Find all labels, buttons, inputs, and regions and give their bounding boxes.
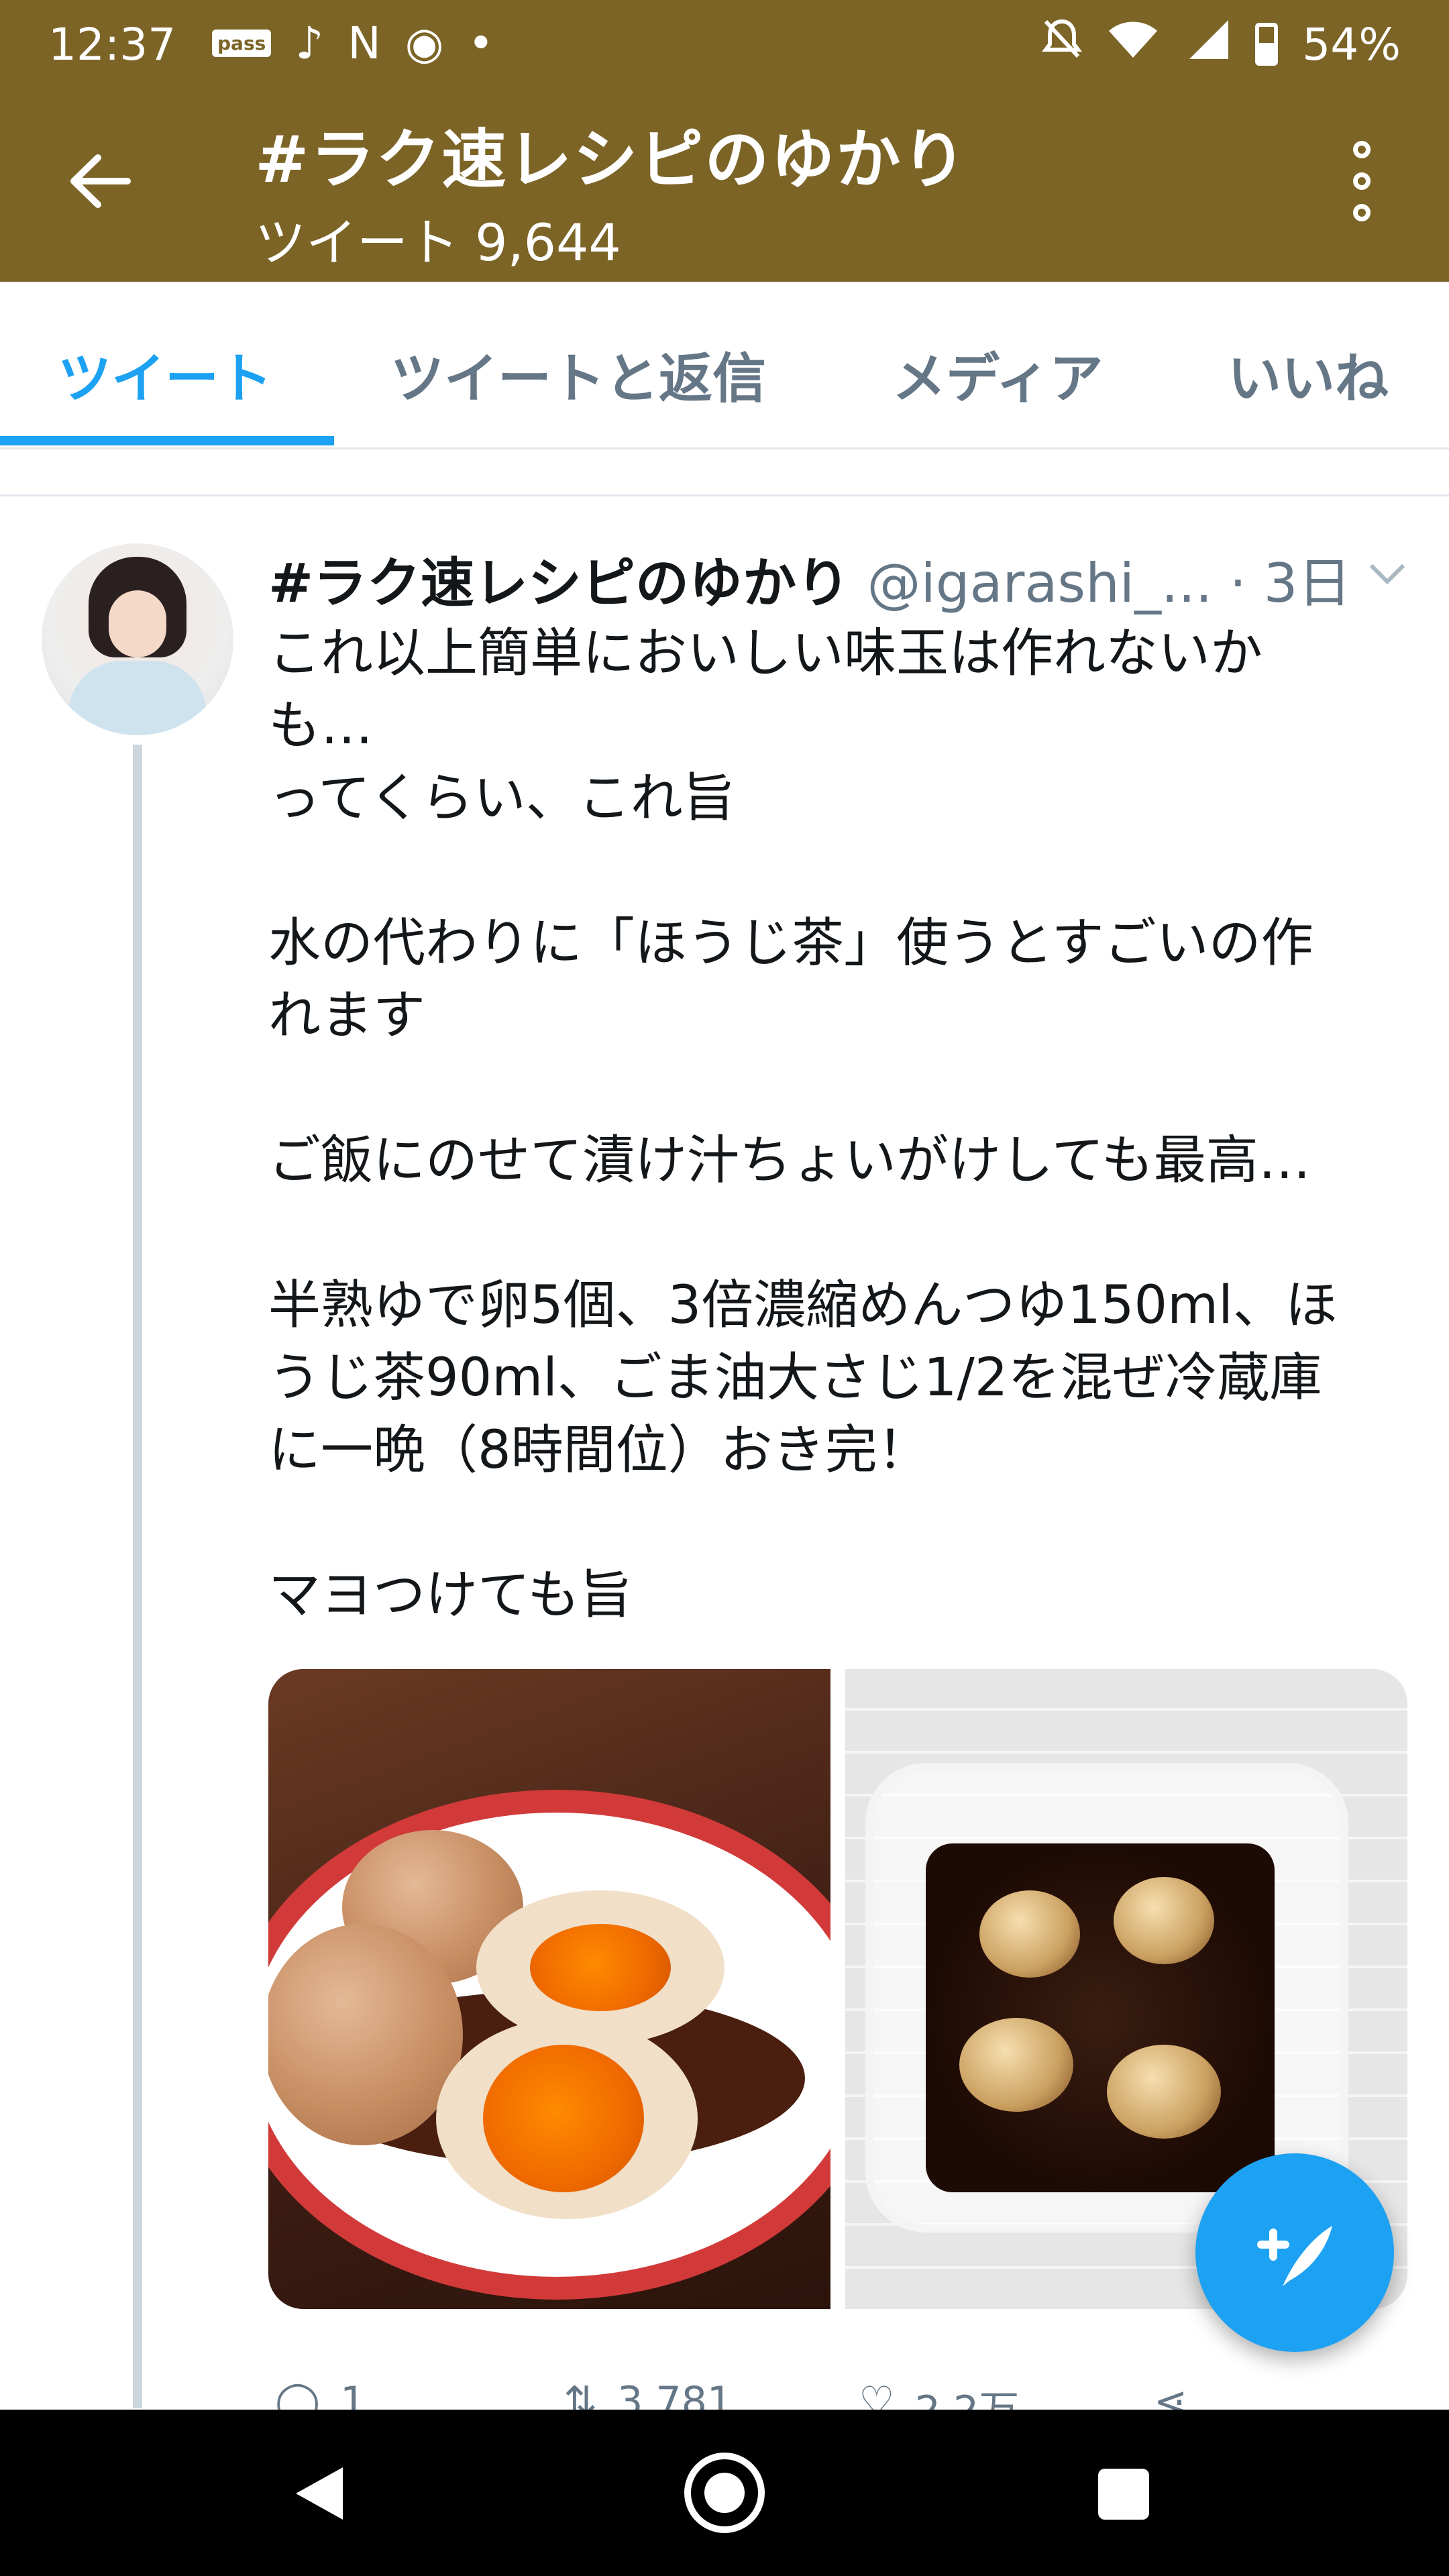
previous-tweet-edge [0,449,1449,496]
tab-likes[interactable]: いいね [1228,335,1389,413]
thread-line [133,745,142,2408]
dot-icon: • [468,17,494,69]
retweet-icon: ⇅ [564,2378,598,2412]
wifi-icon [1106,17,1160,71]
mute-icon [1042,17,1083,71]
display-name[interactable]: #ラク速レシピのゆかり [268,552,850,614]
status-bar: 12:37 pass ♪ N ◉ • 54% [0,0,1449,87]
profile-tabs: ツイート ツイートと返信 メディア いいね [0,282,1449,449]
media-image-eggs-on-plate[interactable] [268,1669,830,2309]
tweet-actions: ◯ 1 ⇅ 3,781 ♡ 2.2万 ⋖ [268,2378,1409,2412]
avatar[interactable] [42,543,233,735]
tweet-count: ツイート 9,644 [255,213,621,272]
n-icon: N [347,17,381,69]
back-arrow-icon[interactable] [67,151,134,211]
battery-icon [1255,23,1279,66]
tab-tweets[interactable]: ツイート [58,335,272,413]
pass-icon: pass [212,30,272,57]
chevron-down-icon[interactable] [1367,560,1407,587]
system-icons: 54% [1042,17,1401,71]
battery-percent: 54% [1302,18,1401,70]
tiktok-icon: ♪ [295,17,324,69]
app-header: 12:37 pass ♪ N ◉ • 54% #ラク速レシピのゆかり ツイート … [0,0,1449,282]
overflow-menu-icon[interactable] [1348,141,1375,221]
reply-count: 1 [340,2378,366,2412]
active-tab-indicator [0,436,334,445]
chrome-icon: ◉ [405,17,444,69]
nav-recents-icon[interactable] [1098,2469,1149,2520]
tab-media[interactable]: メディア [892,335,1103,413]
status-time: 12:37 [48,19,176,70]
like-button[interactable]: ♡ 2.2万 [859,2378,1019,2412]
tweet-text: これ以上簡単においしい味玉は作れないか も… ってくらい、これ旨 水の代わりに「… [268,623,1338,1625]
retweet-count: 3,781 [617,2378,733,2412]
retweet-button[interactable]: ⇅ 3,781 [564,2378,733,2412]
heart-icon: ♡ [859,2378,895,2412]
system-navigation-bar [0,2410,1449,2576]
user-handle[interactable]: @igarashi_... [867,552,1212,614]
signal-icon [1184,17,1231,71]
like-count: 2.2万 [914,2387,1020,2412]
reply-icon: ◯ [275,2378,321,2412]
compose-feather-icon [1257,2226,1332,2286]
share-button[interactable]: ⋖ [1154,2378,1187,2412]
reply-button[interactable]: ◯ 1 [275,2378,366,2412]
tweet-header: #ラク速レシピのゆかり @igarashi_... · 3日 [268,540,1409,618]
page-title: #ラク速レシピのゆかり [255,122,968,197]
tweet-time: · 3日 [1229,552,1352,614]
nav-back-icon[interactable] [292,2463,345,2524]
notification-icons: pass ♪ N ◉ • [212,17,494,69]
nav-home-icon[interactable] [684,2453,765,2533]
tweet[interactable]: #ラク速レシピのゆかり @igarashi_... · 3日 これ以上簡単におい… [0,496,1449,2408]
compose-tweet-button[interactable] [1195,2153,1394,2352]
share-icon: ⋖ [1154,2378,1188,2412]
tab-tweets-and-replies[interactable]: ツイートと返信 [390,335,766,413]
